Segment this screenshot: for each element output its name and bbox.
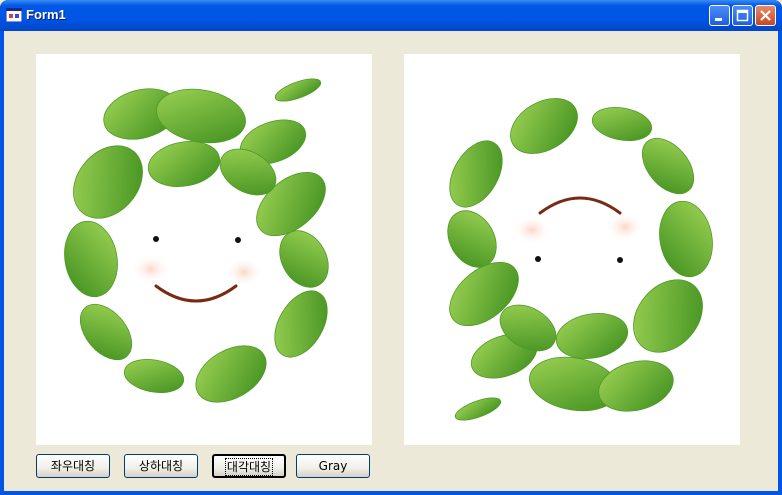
title-bar[interactable]: Form1 [0,0,782,31]
mirror-up-down-button[interactable]: 상하대칭 [124,454,198,478]
app-window: Form1 좌우대칭 상하대칭 대각대칭 Gray [0,0,782,495]
leaf-wreath-image-flipped [447,98,713,421]
mirror-up-down-label: 상하대칭 [138,459,184,473]
leaf-wreath-image-original [64,78,329,403]
window-title: Form1 [26,7,66,22]
mirror-diagonal-button[interactable]: 대각대칭 [212,454,286,478]
minimize-button[interactable] [709,5,730,26]
maximize-button[interactable] [732,5,753,26]
window-border-bottom [0,491,782,495]
maximize-icon [736,9,749,22]
mirror-left-right-label: 좌우대칭 [50,459,96,473]
close-button[interactable] [755,5,776,26]
mirror-left-right-button[interactable]: 좌우대칭 [36,454,110,478]
form-app-icon [6,8,22,22]
close-icon [760,10,771,21]
picture-box-original [36,54,372,445]
mirror-diagonal-label: 대각대칭 [224,458,274,476]
window-border-right [778,31,782,495]
picture-box-result [404,54,740,445]
minimize-icon [715,18,722,21]
gray-label: Gray [318,459,348,473]
gray-button[interactable]: Gray [296,454,370,478]
